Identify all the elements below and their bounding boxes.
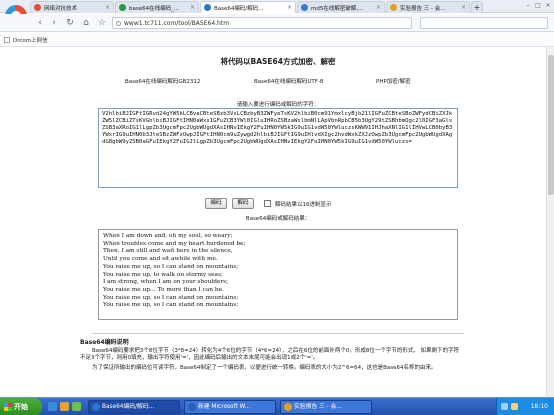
mode-links: Base64在线编码解码GB2312 Base64在线编码解码UTF-8 PHP… bbox=[92, 77, 464, 87]
taskbar-item-browser[interactable]: Base64编码/解码... bbox=[88, 400, 180, 414]
system-tray: 18:10 bbox=[496, 398, 554, 415]
output-line: Until you come and sit awhile with me. bbox=[103, 256, 218, 263]
mode-link-gb2312[interactable]: Base64在线编码解码GB2312 bbox=[125, 77, 200, 85]
description-title: Base64编码说明 bbox=[80, 339, 129, 346]
tab-label: 网络对抗技术 bbox=[44, 5, 78, 12]
tab-favicon-icon bbox=[34, 4, 41, 11]
tab-report[interactable]: 实验报告 三 - 会... × bbox=[386, 1, 470, 13]
tab-network[interactable]: 网络对抗技术 × bbox=[30, 1, 114, 13]
tab-label: md5在线解密破解,... bbox=[311, 5, 364, 12]
taskbar-item-word[interactable]: 新建 Microsoft W... bbox=[184, 400, 276, 414]
action-row: 编码 解码 解码结果以16进制显示 bbox=[92, 198, 464, 210]
tab-close-icon[interactable]: × bbox=[190, 4, 195, 11]
tab-base64-decode[interactable]: Base64编码/解码... × bbox=[200, 1, 296, 13]
input-prompt: 请输入要进行编码或解码的字符： bbox=[236, 102, 320, 108]
tab-close-icon[interactable]: × bbox=[461, 4, 466, 11]
tab-md5[interactable]: md5在线解密破解,... × bbox=[297, 1, 385, 13]
tab-close-icon[interactable]: × bbox=[105, 4, 110, 11]
output-line: You raise me up, so I can stand on mount… bbox=[103, 302, 239, 309]
address-bar[interactable]: www1.tc711.com/tool/BASE64.htm bbox=[112, 17, 412, 29]
star-icon[interactable]: ☆ bbox=[96, 17, 108, 29]
tab-favicon-icon bbox=[301, 4, 308, 11]
output-line: I am strong, when I am on your shoulders… bbox=[103, 279, 229, 286]
browser-window: 网络对抗技术 × base64在线编码_... × Base64编码/解码...… bbox=[0, 0, 554, 415]
forward-icon[interactable]: › bbox=[48, 17, 60, 29]
home-icon[interactable]: ⌂ bbox=[80, 17, 92, 29]
tab-favicon-icon bbox=[390, 4, 397, 11]
network-icon[interactable] bbox=[501, 403, 508, 410]
bookmark-icon bbox=[4, 36, 10, 43]
tab-favicon-icon bbox=[204, 4, 211, 11]
start-button[interactable]: 开始 bbox=[0, 398, 42, 415]
refresh-icon[interactable]: ↻ bbox=[64, 17, 76, 29]
window-controls: – □ × bbox=[524, 2, 552, 10]
scrollbar-thumb[interactable] bbox=[548, 55, 554, 195]
maximize-icon[interactable]: □ bbox=[534, 2, 542, 10]
output-line: Then, I am still and wait here in the si… bbox=[103, 248, 233, 255]
page-content: 将代码以BASE64方式加密、解密 Base64在线编码解码GB2312 Bas… bbox=[0, 47, 554, 397]
taskbar-item-label: Base64编码/解码... bbox=[102, 404, 155, 410]
bookmark-bar: Drcom上网信 bbox=[0, 33, 554, 47]
start-label: 开始 bbox=[14, 403, 28, 411]
taskbar-item-report[interactable]: 实验报告 三 - 会... bbox=[280, 400, 372, 414]
browser-icon bbox=[92, 403, 100, 411]
output-line: When troubles come and my heart burdened… bbox=[103, 240, 246, 247]
tab-favicon-icon bbox=[119, 4, 126, 11]
taskbar-item-label: 新建 Microsoft W... bbox=[198, 404, 251, 410]
plus-icon: + bbox=[473, 3, 481, 12]
tab-label: base64在线编码_... bbox=[129, 5, 180, 12]
taskbar-item-label: 实验报告 三 - 会... bbox=[294, 404, 342, 410]
quicklaunch-browser-icon[interactable] bbox=[48, 402, 57, 411]
output-textarea[interactable]: When I am down and, oh my soul, so weary… bbox=[98, 229, 458, 320]
navigation-bar: ‹ › ↻ ⌂ ☆ www1.tc711.com/tool/BASE64.htm bbox=[0, 14, 554, 32]
hex-display-checkbox[interactable] bbox=[264, 200, 271, 207]
output-line: When I am down and, oh my soul, so weary… bbox=[103, 233, 233, 239]
search-input[interactable] bbox=[420, 17, 548, 29]
encode-button[interactable]: 编码 bbox=[205, 198, 227, 209]
main-column: 将代码以BASE64方式加密、解密 Base64在线编码解码GB2312 Bas… bbox=[80, 47, 464, 397]
mode-link-utf8[interactable]: Base64在线编码解码UTF-8 bbox=[254, 77, 323, 85]
description-paragraph: 为了保证所输出的编码位可读字符，Base64制定了一个编码表，以便进行统一转换。… bbox=[92, 364, 437, 371]
tab-label: Base64编码/解码... bbox=[214, 5, 264, 12]
vertical-scrollbar[interactable] bbox=[546, 47, 554, 397]
decode-button[interactable]: 解码 bbox=[232, 198, 254, 209]
address-text: www1.tc711.com/tool/BASE64.htm bbox=[124, 19, 230, 27]
new-tab-button[interactable]: + bbox=[471, 1, 483, 13]
taskbar: 开始 Base64编码/解码... 新建 Microsoft W... 实验报告… bbox=[0, 397, 554, 415]
clock: 18:10 bbox=[530, 403, 548, 410]
page-title: 将代码以BASE64方式加密、解密 bbox=[220, 57, 336, 66]
description-section: Base64编码说明 Base64编码要求把3个8位字节（3*8=24）转化为4… bbox=[80, 333, 464, 397]
word-icon bbox=[188, 403, 196, 411]
quicklaunch-media-icon[interactable] bbox=[60, 402, 69, 411]
result-prompt: Base64编码或解码结果： bbox=[245, 216, 311, 222]
hex-display-label: 解码结果以16进制显示 bbox=[275, 202, 332, 208]
output-line: You raise me up, so I can stand on mount… bbox=[103, 263, 239, 270]
tab-bar: 网络对抗技术 × base64在线编码_... × Base64编码/解码...… bbox=[0, 0, 554, 13]
minimize-icon[interactable]: – bbox=[524, 2, 532, 10]
description-paragraph: Base64编码要求把3个8位字节（3*8=24）转化为4个6位的字节（4*6=… bbox=[80, 348, 460, 362]
volume-icon[interactable] bbox=[511, 403, 518, 410]
input-textarea[interactable]: V2hlbiBJIGFtIGRvd24gYW5kLCBvaCBteSBzb3Vs… bbox=[98, 108, 458, 188]
mode-link-php[interactable]: PHP加密/解密 bbox=[376, 77, 411, 85]
tab-close-icon[interactable]: × bbox=[376, 4, 381, 11]
bookmark-drcom[interactable]: Drcom上网信 bbox=[13, 36, 48, 44]
output-line: You raise me up, to walk on stormy seas; bbox=[103, 271, 223, 278]
tab-base64-online[interactable]: base64在线编码_... × bbox=[115, 1, 199, 13]
page-icon bbox=[116, 20, 121, 26]
tab-label: 实验报告 三 - 会... bbox=[400, 5, 446, 12]
close-icon[interactable]: × bbox=[544, 2, 552, 10]
back-icon[interactable]: ‹ bbox=[34, 17, 46, 29]
windows-logo-icon bbox=[4, 403, 12, 411]
output-line: You raise me up, so I can stand on mount… bbox=[103, 294, 239, 301]
document-icon bbox=[284, 403, 292, 411]
tab-close-icon[interactable]: × bbox=[287, 4, 292, 11]
quicklaunch-desktop-icon[interactable] bbox=[72, 402, 81, 411]
output-line: You raise me up… To more than I can be. bbox=[103, 286, 224, 293]
